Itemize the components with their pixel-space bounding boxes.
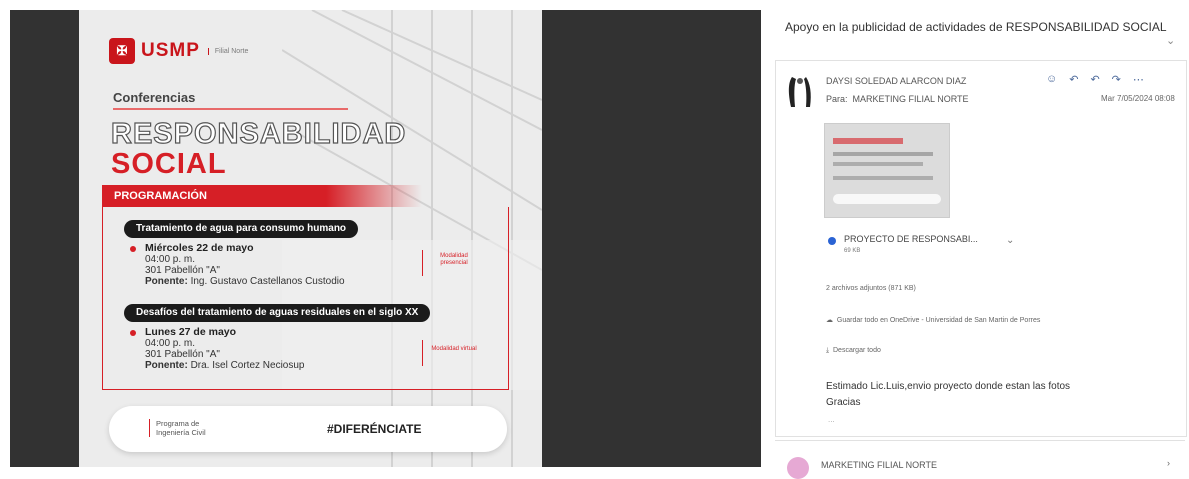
talk2-ponente: Ponente: Dra. Isel Cortez Neciosup	[145, 360, 305, 371]
logo-text: USMP	[141, 40, 200, 61]
divider	[422, 250, 423, 276]
divider	[113, 108, 348, 110]
email-subject: Apoyo en la publicidad de actividades de…	[785, 20, 1167, 34]
event-poster[interactable]: ✠ USMP Filial Norte Conferencias RESPONS…	[79, 10, 542, 467]
programacion-band: PROGRAMACIÓN	[102, 185, 422, 207]
poster-title-line1: RESPONSABILIDAD	[110, 117, 407, 150]
talk1-modality: Modalidad presencial	[440, 253, 468, 266]
show-more[interactable]: ...	[828, 415, 835, 424]
next-message[interactable]: MARKETING FILIAL NORTE ›	[775, 440, 1185, 479]
divider	[422, 340, 423, 366]
ponente-label: Ponente:	[145, 360, 188, 371]
poster-footer: Programa de Ingeniería Civil #DIFERÉNCIA…	[109, 406, 507, 452]
attachment-card[interactable]: PROYECTO DE RESPONSABI... 69 KB ⌄	[824, 229, 1024, 263]
onedrive-icon: ☁	[826, 317, 833, 324]
email-body: Estimado Lic.Luis,envio proyecto donde e…	[826, 379, 1070, 411]
talk2-day: Lunes 27 de mayo	[145, 326, 237, 338]
attachment-size: 69 KB	[844, 248, 861, 254]
message-datetime: Mar 7/05/2024 08:08	[1101, 94, 1175, 103]
usmp-logo: ✠ USMP Filial Norte	[109, 38, 248, 64]
talk1-day: Miércoles 22 de mayo	[145, 242, 254, 254]
next-sender-name: MARKETING FILIAL NORTE	[821, 460, 938, 470]
talk2-ponente-name: Dra. Isel Cortez Neciosup	[190, 360, 305, 371]
reaction-icon[interactable]: ☺	[1046, 73, 1057, 86]
to-label: Para:	[826, 94, 848, 104]
attachments-count: 2 archivos adjuntos (871 KB)	[826, 285, 916, 292]
talk1-room: 301 Pabellón "A"	[145, 265, 220, 276]
body-line: Gracias	[826, 397, 861, 408]
body-line: Estimado Lic.Luis,envio proyecto donde e…	[826, 381, 1071, 392]
save-onedrive-text: Guardar todo en OneDrive - Universidad d…	[836, 317, 1041, 324]
image-viewer: ✠ USMP Filial Norte Conferencias RESPONS…	[10, 10, 761, 467]
download-all-text: Descargar todo	[833, 347, 881, 354]
sender-name[interactable]: DAYSI SOLEDAD ALARCON DIAZ	[826, 76, 966, 86]
recipient-name[interactable]: MARKETING FILIAL NORTE	[853, 94, 969, 104]
bullet-icon	[130, 330, 136, 336]
program-name: Programa de Ingeniería Civil	[149, 419, 216, 437]
ponente-label: Ponente:	[145, 276, 188, 287]
email-message: DAYSI SOLEDAD ALARCON DIAZ Para: MARKETI…	[775, 60, 1187, 437]
talk2-details: Lunes 27 de mayo 04:00 p. m. 301 Pabelló…	[145, 326, 305, 372]
talk1-time: 04:00 p. m.	[145, 254, 196, 265]
talk2-time: 04:00 p. m.	[145, 338, 196, 349]
message-actions: ☺ ↶ ↶ ↷ ⋯	[1046, 73, 1144, 86]
talk2-title: Desafíos del tratamiento de aguas residu…	[124, 304, 431, 322]
recipient: Para: MARKETING FILIAL NORTE	[826, 94, 969, 104]
talk1-details: Miércoles 22 de mayo 04:00 p. m. 301 Pab…	[145, 242, 345, 288]
reply-all-icon[interactable]: ↶	[1090, 73, 1099, 86]
reply-icon[interactable]: ↶	[1069, 73, 1078, 86]
save-onedrive-link[interactable]: ☁ Guardar todo en OneDrive - Universidad…	[826, 316, 1040, 324]
poster-conferencias: Conferencias	[113, 90, 196, 105]
forward-icon[interactable]: ↷	[1112, 73, 1121, 86]
talk2-modality: Modalidad virtual	[431, 346, 477, 352]
hashtag: #DIFERÉNCIATE	[327, 422, 422, 436]
attachment-name: PROYECTO DE RESPONSABI...	[844, 234, 978, 244]
talk2-room: 301 Pabellón "A"	[145, 349, 220, 360]
document-icon	[828, 237, 836, 245]
logo-subtitle: Filial Norte	[207, 47, 248, 55]
chevron-down-icon[interactable]: ⌄	[1166, 34, 1175, 47]
bullet-icon	[130, 246, 136, 252]
chevron-down-icon[interactable]: ⌄	[1006, 235, 1014, 246]
crest-icon: ✠	[109, 38, 135, 64]
more-icon[interactable]: ⋯	[1133, 73, 1144, 86]
talk1-ponente-name: Ing. Gustavo Castellanos Custodio	[190, 276, 345, 287]
avatar	[787, 457, 809, 479]
attachment-thumbnail[interactable]	[824, 123, 950, 218]
email-reading-pane: Apoyo en la publicidad de actividades de…	[771, 0, 1189, 479]
talk1-title: Tratamiento de agua para consumo humano	[124, 220, 359, 238]
download-icon: ⤓	[826, 347, 830, 354]
talk1-ponente: Ponente: Ing. Gustavo Castellanos Custod…	[145, 276, 345, 287]
sender-avatar	[788, 77, 811, 107]
download-all-link[interactable]: ⤓ Descargar todo	[826, 347, 881, 355]
poster-title-line2: SOCIAL	[111, 148, 227, 180]
